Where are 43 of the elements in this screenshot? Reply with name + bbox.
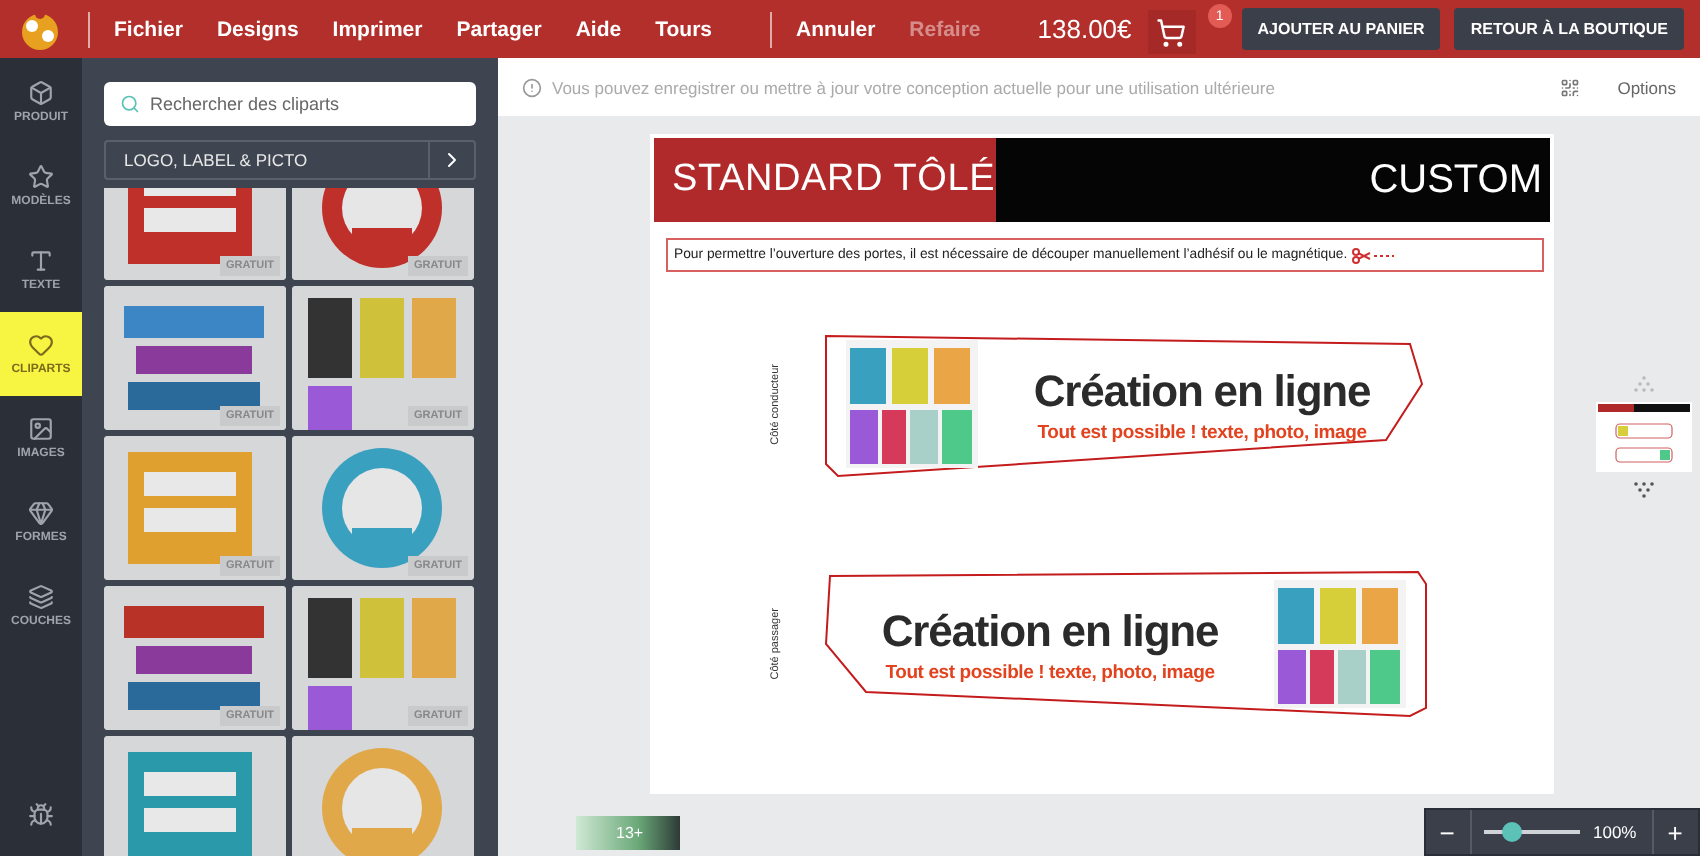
page-thumbnail[interactable] <box>1595 402 1691 472</box>
text-icon <box>28 248 54 274</box>
gem-icon <box>28 500 54 526</box>
menu-item[interactable]: Designs <box>216 17 299 41</box>
sticker-headline: Création en ligne <box>1033 365 1371 417</box>
qr-code-icon[interactable] <box>1559 77 1580 97</box>
info-icon <box>522 77 542 97</box>
cart-icon <box>1156 17 1187 47</box>
zoom-out-button[interactable]: − <box>1425 810 1469 854</box>
header-title: STANDARD TÔLÉ <box>672 158 996 202</box>
sticker-tagline: Tout est possible ! texte, photo, image <box>1037 421 1367 443</box>
star-icon <box>28 164 54 190</box>
slider-thumb[interactable] <box>1501 822 1522 842</box>
scissors-icon <box>1351 247 1396 263</box>
menu-item[interactable]: Partager <box>456 17 542 41</box>
options-button[interactable]: Options <box>1617 77 1676 97</box>
zoom-reading: 100% <box>1593 822 1637 842</box>
undo-button[interactable]: Annuler <box>796 17 876 41</box>
sticker-headline: Création en ligne <box>881 605 1219 657</box>
add-to-cart-button[interactable]: AJOUTER AU PANIER <box>1241 8 1441 50</box>
search-icon <box>120 94 140 114</box>
page-down-icon[interactable] <box>1631 482 1655 498</box>
search-field[interactable]: Rechercher des cliparts <box>104 82 476 126</box>
logo-drawing <box>846 340 978 468</box>
menu-item[interactable]: Aide <box>575 17 622 41</box>
category-selector[interactable]: LOGO, LABEL & PICTO <box>104 140 476 180</box>
image-icon <box>28 416 54 442</box>
category-label: LOGO, LABEL & PICTO <box>122 148 310 174</box>
back-to-shop-button[interactable]: RETOUR À LA BOUTIQUE <box>1454 8 1684 50</box>
info-message: Vous pouvez enregistrer ou mettre à jour votre conception actuelle pour une utilisation ultérieure <box>552 77 1275 97</box>
menu-item[interactable]: Imprimer <box>332 17 423 41</box>
header-title: CUSTOM <box>1369 157 1542 203</box>
zoom-in-button[interactable]: + <box>1653 810 1697 854</box>
box-icon <box>28 80 54 106</box>
menu-item[interactable]: Fichier <box>114 17 183 41</box>
cart-button[interactable] <box>1147 10 1196 54</box>
sticker-tagline: Tout est possible ! texte, photo, image <box>885 661 1215 683</box>
price: 138.00€ <box>1037 14 1132 44</box>
logo-drawing <box>1274 580 1406 708</box>
layers-icon <box>28 584 54 610</box>
menu-item[interactable]: Tours <box>655 17 712 41</box>
bug-icon <box>28 801 54 827</box>
heart-icon <box>28 332 54 358</box>
